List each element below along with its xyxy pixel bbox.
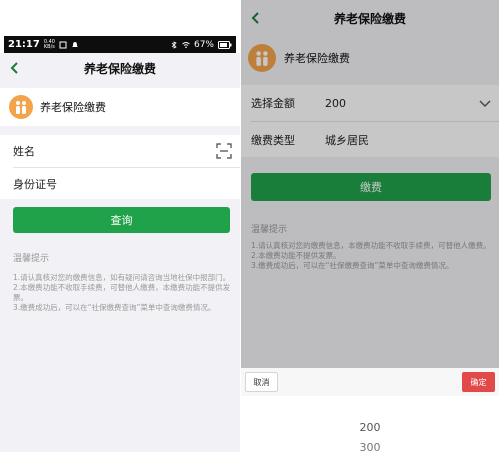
- cancel-button[interactable]: 取消: [245, 372, 278, 392]
- wifi-icon: [182, 41, 190, 48]
- page-title: 养老保险缴费: [83, 61, 156, 76]
- scan-icon[interactable]: [216, 143, 232, 159]
- service-header: 养老保险缴费: [0, 88, 240, 126]
- amount-picker: 取消 确定 200 300: [241, 368, 499, 452]
- query-screen: 21:17 0.40 KB/s 67% 养老保险缴费 养老保险缴费 姓名 身份证…: [0, 0, 240, 452]
- bluetooth-icon: [171, 40, 177, 49]
- tips-title: 温馨提示: [13, 254, 50, 264]
- tip-item: 1.请认真核对您的缴费信息，如有疑问请咨询当地社保中报部门。: [13, 273, 231, 282]
- picker-options[interactable]: 200 300: [241, 396, 499, 452]
- network-speed: 0.40 KB/s: [43, 39, 55, 50]
- chevron-left-icon: [10, 62, 18, 74]
- nav-bar: 养老保险缴费: [0, 53, 240, 83]
- id-number-field[interactable]: 身份证号: [13, 167, 240, 199]
- picker-toolbar: 取消 确定: [241, 368, 499, 396]
- notification-icon: [71, 41, 78, 47]
- back-button[interactable]: [8, 61, 22, 75]
- payment-screen: 养老保险缴费 养老保险缴费 选择金额 200 缴费类型 城乡居民 缴费 温馨提示…: [241, 0, 499, 452]
- network-speed-unit: KB/s: [43, 43, 55, 50]
- pension-logo-icon: [9, 95, 33, 119]
- picker-option[interactable]: 300: [241, 438, 499, 452]
- query-form: 姓名 身份证号: [0, 135, 240, 199]
- name-label: 姓名: [13, 145, 35, 158]
- status-bar: 21:17 0.40 KB/s 67%: [0, 0, 240, 53]
- tip-item: 3.缴费成功后，可以在“社保缴费查询”菜单中查询缴费情况。: [13, 303, 216, 312]
- picker-option[interactable]: 200: [241, 418, 499, 438]
- query-button[interactable]: 查询: [13, 207, 230, 233]
- battery-icon: [218, 40, 232, 49]
- tip-item: 2.本缴费功能不收取手续费，可替他人缴费，本缴费功能不提供发票。: [13, 283, 231, 302]
- battery-percent: 67%: [193, 39, 214, 50]
- service-name: 养老保险缴费: [40, 101, 106, 114]
- tips-section: 温馨提示 1.请认真核对您的缴费信息，如有疑问请咨询当地社保中报部门。 2.本缴…: [13, 251, 231, 313]
- modal-overlay[interactable]: [241, 0, 499, 368]
- id-number-label: 身份证号: [13, 177, 57, 191]
- status-time: 21:17: [8, 39, 40, 50]
- confirm-button[interactable]: 确定: [462, 372, 495, 392]
- status-bar-strip: 21:17 0.40 KB/s 67%: [4, 36, 236, 53]
- sim-icon: [59, 41, 67, 48]
- name-field[interactable]: 姓名: [0, 135, 240, 167]
